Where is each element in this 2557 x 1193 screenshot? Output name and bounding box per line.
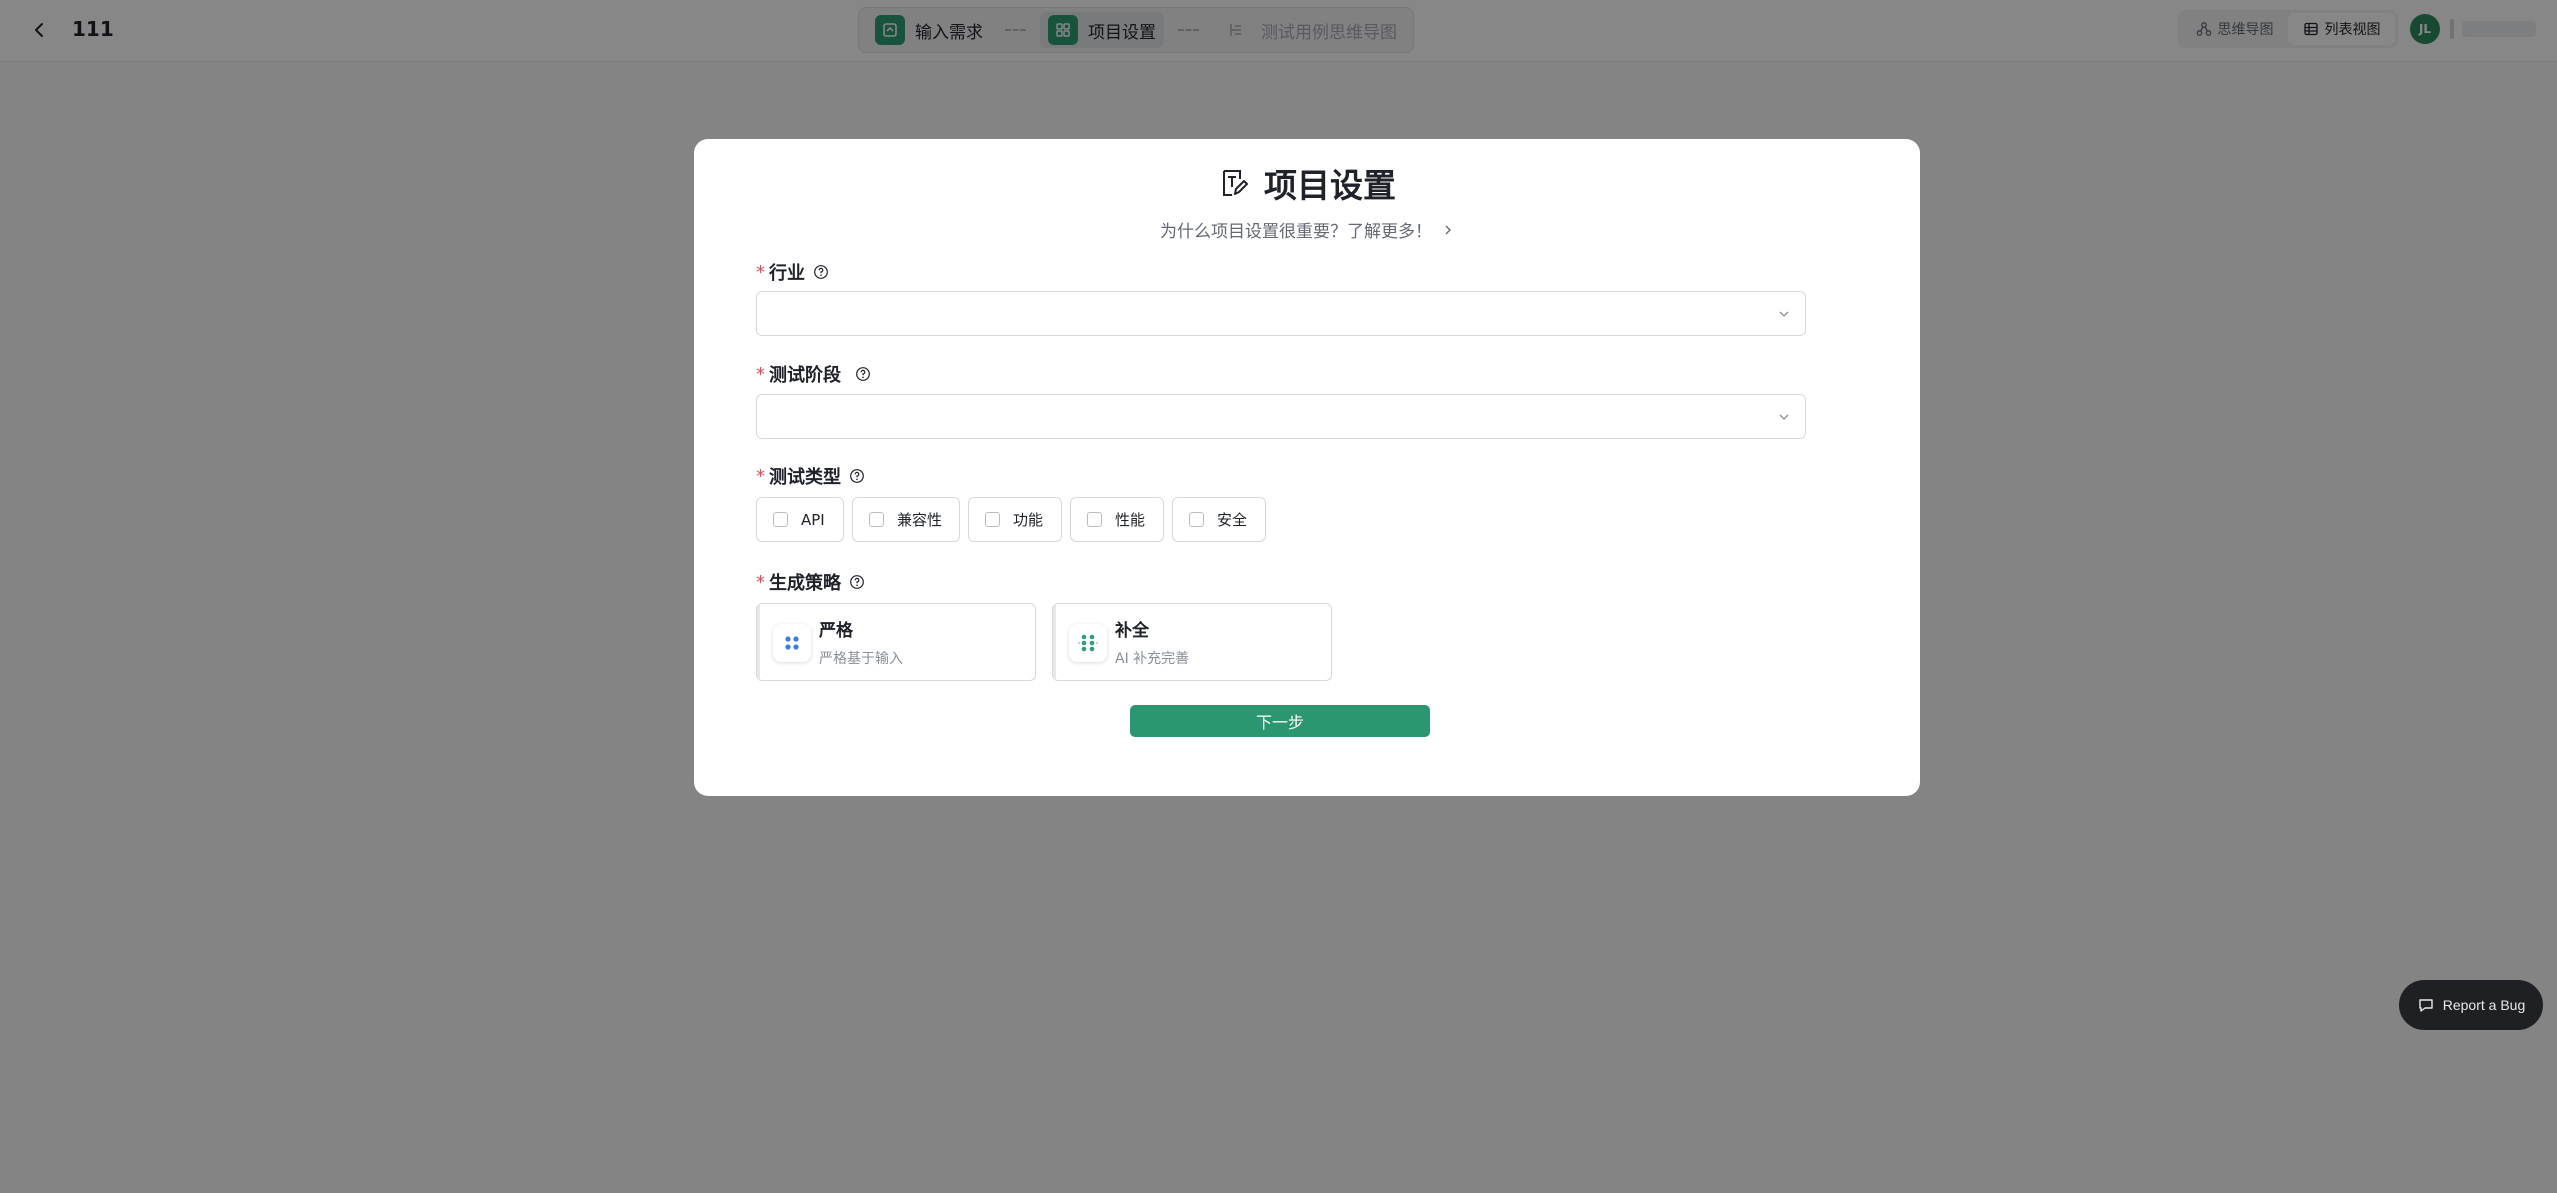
option-label: 兼容性 [897,511,943,529]
test-type-option-compatibility[interactable]: 兼容性 [852,497,960,542]
help-icon[interactable] [813,264,829,280]
next-step-button[interactable]: 下一步 [1130,705,1430,737]
test-phase-select[interactable] [756,394,1806,439]
required-mark: * [756,571,765,593]
feedback-icon [2419,999,2433,1012]
industry-label: * 行业 [756,259,829,285]
strategy-desc: AI 补充完善 [1115,651,1190,667]
test-type-option-performance[interactable]: 性能 [1070,497,1164,542]
card-edge [1053,604,1056,680]
test-type-option-api[interactable]: API [756,497,844,542]
required-mark: * [756,465,765,487]
test-phase-label: * 测试阶段 [756,361,871,387]
strategy-label-text: 生成策略 [769,573,841,594]
strategy-title: 补全 [1115,621,1149,641]
strategy-option-strict[interactable]: 严格 严格基于输入 [756,603,1036,681]
learn-more-text: 为什么项目设置很重要？了解更多！ [1160,222,1432,242]
strategy-label: * 生成策略 [756,569,865,595]
checkbox[interactable] [869,512,884,527]
checkbox[interactable] [1189,512,1204,527]
help-icon[interactable] [849,468,865,484]
project-settings-modal: 项目设置 为什么项目设置很重要？了解更多！ * 行业 * 测试阶段 * 测试类型… [694,139,1920,796]
checkbox[interactable] [985,512,1000,527]
grid-dots-icon [773,624,811,662]
checkbox[interactable] [1087,512,1102,527]
test-type-option-functional[interactable]: 功能 [968,497,1062,542]
learn-more-link[interactable]: 为什么项目设置很重要？了解更多！ [694,217,1920,242]
test-type-option-security[interactable]: 安全 [1172,497,1266,542]
industry-label-text: 行业 [769,263,805,284]
chevron-down-icon [1779,414,1789,420]
card-edge [757,604,760,680]
modal-header: 项目设置 [694,159,1920,207]
expand-dots-icon [1069,624,1107,662]
report-bug-label: Report a Bug [2442,997,2526,1013]
strategy-desc: 严格基于输入 [819,651,903,667]
test-type-label: * 测试类型 [756,463,865,489]
option-label: 性能 [1115,511,1146,529]
required-mark: * [756,261,765,283]
industry-select[interactable] [756,291,1806,336]
required-mark: * [756,363,765,385]
test-phase-label-text: 测试阶段 [769,365,841,386]
chevron-right-icon [1445,225,1451,234]
test-type-options: API 兼容性 功能 性能 安全 [756,497,1274,542]
strategy-option-complete[interactable]: 补全 AI 补充完善 [1052,603,1332,681]
modal-title: 项目设置 [1264,166,1396,205]
strategy-title: 严格 [819,621,853,641]
app-root: 111 输入需求 项目设置 测试用例思维导图 思维导图 列表视图 JL 项目设置… [0,0,2557,1193]
strategy-options: 严格 严格基于输入 补全 AI 补充完善 [756,603,1348,681]
report-bug-button[interactable]: Report a Bug [2399,980,2543,1030]
help-icon[interactable] [849,574,865,590]
test-type-label-text: 测试类型 [769,467,841,488]
option-label: 安全 [1217,511,1248,529]
checkbox[interactable] [773,512,788,527]
option-label: 功能 [1013,511,1044,529]
help-icon[interactable] [855,366,871,382]
edit-document-icon [1223,170,1248,196]
option-label: API [801,510,825,529]
chevron-down-icon [1779,311,1789,317]
